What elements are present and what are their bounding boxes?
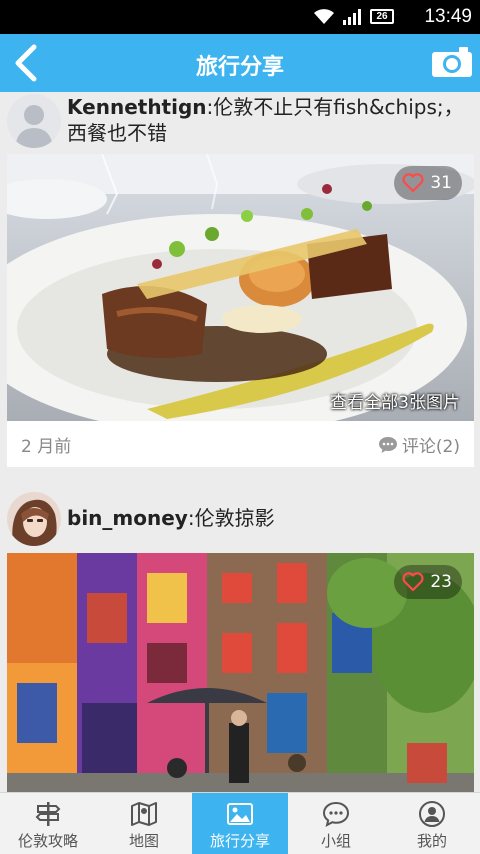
post-card[interactable]: 23: [7, 553, 474, 792]
tab-label: 旅行分享: [209, 832, 270, 850]
post-photo[interactable]: 31 查看全部3张图片: [7, 154, 474, 421]
tab-travel-share[interactable]: 旅行分享: [192, 793, 288, 854]
comments-link[interactable]: 评论(2): [378, 432, 460, 457]
default-avatar-icon: [7, 94, 61, 148]
post-meta: 2 月前 评论(2): [7, 421, 474, 467]
post-caption: Kennethtign:伦敦不止只有fish&chips;，西餐也不错: [67, 94, 468, 146]
post-username[interactable]: Kennethtign: [67, 95, 207, 119]
map-icon: [131, 802, 157, 826]
tab-group[interactable]: 小组: [288, 793, 384, 854]
comment-count: 评论(2): [401, 437, 460, 457]
profile-icon: [419, 801, 445, 827]
tab-map[interactable]: 地图: [96, 793, 192, 854]
chat-bubble-icon: [322, 801, 350, 827]
post-card[interactable]: 31 查看全部3张图片 2 月前 评论(2): [7, 154, 474, 467]
battery-icon: 26: [370, 9, 394, 24]
tab-label: 小组: [320, 832, 351, 850]
like-badge[interactable]: 31: [394, 166, 462, 200]
avatar[interactable]: [7, 492, 61, 546]
user-photo-avatar: [7, 492, 61, 546]
status-bar: 26 13:49: [0, 0, 480, 34]
heart-icon: [402, 572, 424, 592]
post-feed[interactable]: Kennethtign:伦敦不止只有fish&chips;，西餐也不错 31 查…: [0, 92, 480, 792]
post-username[interactable]: bin_money: [67, 506, 188, 530]
camera-icon[interactable]: [430, 45, 474, 79]
view-all-photos-link[interactable]: 查看全部3张图片: [330, 388, 460, 413]
tab-label: 伦敦攻略: [17, 832, 78, 850]
like-count: 31: [430, 173, 452, 193]
comment-icon: [378, 436, 397, 453]
tab-label: 我的: [416, 832, 447, 850]
post-header: bin_money:伦敦掠影: [0, 492, 480, 548]
avatar[interactable]: [7, 94, 61, 148]
like-count: 23: [430, 572, 452, 592]
heart-icon: [402, 173, 424, 193]
like-badge[interactable]: 23: [394, 565, 462, 599]
post-header: Kennethtign:伦敦不止只有fish&chips;，西餐也不错: [0, 92, 480, 152]
post-caption: bin_money:伦敦掠影: [67, 505, 468, 531]
tab-me[interactable]: 我的: [384, 793, 480, 854]
signpost-icon: [35, 802, 61, 826]
wifi-icon: [314, 9, 334, 24]
post-text: :伦敦掠影: [187, 506, 275, 530]
clock: 13:49: [424, 6, 472, 27]
tab-label: 地图: [128, 832, 159, 850]
app-header: 旅行分享: [0, 34, 480, 92]
photo-icon: [227, 803, 253, 825]
tab-guide[interactable]: 伦敦攻略: [0, 793, 96, 854]
bottom-tab-bar: 伦敦攻略 地图 旅行分享 小组 我的: [0, 792, 480, 854]
post-time: 2 月前: [21, 437, 72, 457]
page-title: 旅行分享: [195, 55, 284, 80]
post-photo[interactable]: 23: [7, 553, 474, 792]
signal-icon: [343, 9, 361, 25]
